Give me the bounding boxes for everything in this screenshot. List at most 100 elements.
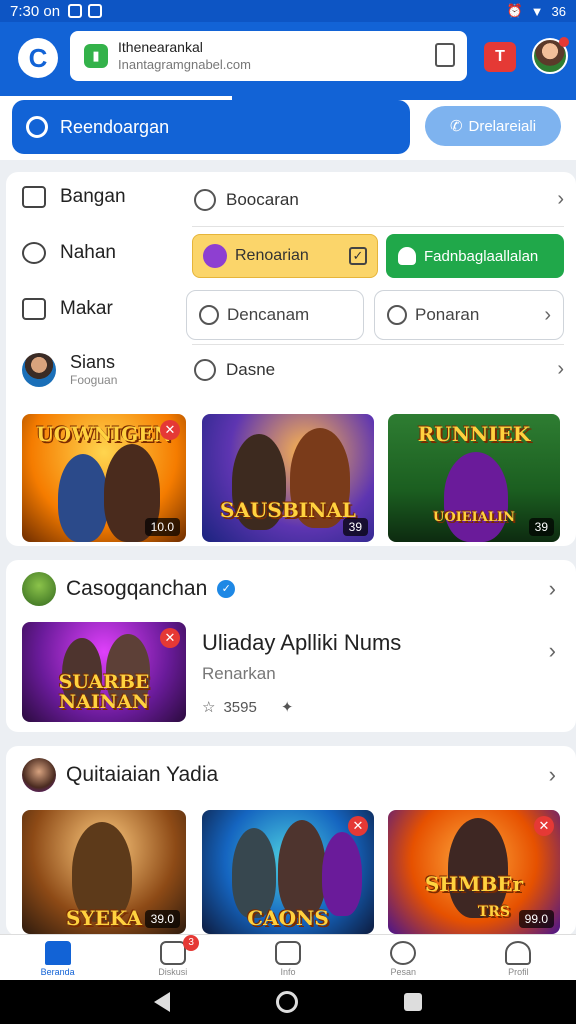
search-icon — [26, 116, 48, 138]
nav-label: Beranda — [40, 967, 75, 977]
thumb-badge: 99.0 — [518, 910, 554, 928]
search-icon — [199, 305, 219, 325]
close-icon[interactable]: ✕ — [160, 628, 180, 648]
nav-messages[interactable]: Pesan — [346, 935, 461, 980]
dencanam-button[interactable]: Dencanam — [186, 290, 364, 340]
thumb-badge: 39 — [342, 518, 368, 536]
app-subtitle: Renarkan — [202, 664, 276, 683]
rating-value: 3595 — [223, 698, 257, 716]
info-icon — [275, 941, 301, 965]
yellow-button-label: Renoarian — [235, 247, 309, 264]
row-boocaran[interactable]: Boocaran › — [194, 188, 564, 211]
app-rating: ☆ 3595 ✦ — [202, 698, 294, 717]
bookmark-icon[interactable] — [435, 43, 455, 67]
section-title: Casogqanchan — [66, 577, 208, 600]
character-figure — [278, 820, 326, 918]
game-thumbnail[interactable]: RUNNIEK UOIEIALIN 39 — [388, 414, 560, 542]
clock-icon — [194, 358, 216, 381]
renoarian-button[interactable]: Renoarian ✓ — [192, 234, 378, 278]
featured-section: Casogqanchan ✓ › SUARBE NAINAN ✕ Uliaday… — [6, 560, 576, 732]
close-icon[interactable]: ✕ — [348, 816, 368, 836]
address-url: Inantagramgnabel.com — [118, 57, 251, 72]
character-figure — [232, 828, 276, 918]
avatar-badge — [559, 37, 569, 47]
section-header[interactable]: Quitaiaian Yadia — [22, 758, 218, 792]
row-dasne[interactable]: Dasne › — [194, 358, 564, 381]
game-thumbnail[interactable]: UOWNIGEN ✕ 10.0 — [22, 414, 186, 542]
character-figure — [448, 818, 508, 918]
filter-button[interactable]: ✆ Drelareiali — [425, 106, 561, 146]
chevron-right-icon[interactable]: › — [549, 762, 556, 788]
checkbox-icon[interactable]: ✓ — [349, 247, 367, 265]
app-title[interactable]: Uliaday Aplliki Nums — [202, 630, 401, 656]
site-icon: ▮ — [84, 44, 108, 68]
filter-label: Drelareiali — [468, 117, 537, 135]
menu-item-nahan[interactable]: Nahan — [22, 242, 116, 264]
outline-label: Dencanam — [227, 305, 310, 324]
recent-apps-icon[interactable] — [404, 993, 422, 1011]
bottom-navigation: Beranda 3 Diskusi Info Pesan Profil — [0, 934, 576, 980]
thumb-title: RUNNIEK — [417, 422, 531, 446]
thumb-badge: 39.0 — [144, 910, 180, 928]
plus-icon[interactable]: ✦ — [281, 698, 294, 716]
game-thumbnail[interactable]: SYEKA 39.0 — [22, 810, 186, 934]
search-bar[interactable]: Reendoargan — [12, 100, 410, 154]
address-title: Ithenearankal — [118, 39, 203, 55]
chevron-right-icon: › — [557, 358, 564, 380]
close-icon[interactable]: ✕ — [534, 816, 554, 836]
user-icon — [505, 941, 532, 965]
section-header[interactable]: Casogqanchan ✓ — [22, 572, 236, 606]
notification-button[interactable]: T — [484, 42, 516, 72]
search-row: Reendoargan ✆ Drelareiali — [0, 96, 576, 160]
channel-avatar — [22, 758, 56, 792]
row-label: Dasne — [226, 359, 276, 379]
message-icon — [390, 941, 417, 965]
search-label: Reendoargan — [60, 116, 170, 137]
section-title: Quitaiaian Yadia — [66, 763, 219, 786]
address-bar[interactable]: ▮ Ithenearankal Inantagramgnabel.com — [70, 31, 467, 81]
home-circle-icon[interactable] — [276, 991, 298, 1013]
nav-home[interactable]: Beranda — [0, 935, 115, 980]
game-thumbnail[interactable]: SHMBEr TRS ✕ 99.0 — [388, 810, 560, 934]
chat-icon — [194, 188, 216, 211]
green-action-button[interactable]: Fadnbaglaallalan — [386, 234, 564, 278]
menu-card: Bangan Nahan Makar Sians Fooguan Boocara… — [6, 172, 576, 546]
battery-icon: 36 — [551, 3, 566, 19]
user-icon — [398, 247, 416, 265]
thumb-badge: 39 — [528, 518, 554, 536]
status-time: 7:30 on — [10, 2, 61, 20]
thumb-title: CAONS — [247, 906, 329, 930]
thumb-badge: 10.0 — [144, 518, 180, 536]
row-label: Boocaran — [226, 189, 299, 209]
chevron-right-icon: › — [557, 188, 564, 210]
chevron-right-icon[interactable]: › — [549, 576, 556, 602]
profile-entry[interactable]: Sians Fooguan — [22, 352, 117, 387]
profile-name: Sians — [70, 352, 116, 372]
menu-item-bangan[interactable]: Bangan — [22, 186, 126, 208]
thumb-title: SHMBEr — [424, 872, 524, 896]
game-thumbnail[interactable]: SAUSBINAL 39 — [202, 414, 374, 542]
app-thumbnail[interactable]: SUARBE NAINAN ✕ — [22, 622, 186, 722]
game-thumbnail[interactable]: CAONS ✕ — [202, 810, 374, 934]
nav-label: Pesan — [390, 967, 416, 977]
menu-label: Makar — [60, 298, 113, 319]
nav-profile[interactable]: Profil — [461, 935, 576, 980]
app-header: C ▮ Ithenearankal Inantagramgnabel.com T — [0, 22, 576, 96]
character-figure — [322, 832, 362, 916]
nav-info[interactable]: Info — [230, 935, 345, 980]
nav-label: Diskusi — [158, 967, 188, 977]
gear-icon — [22, 242, 46, 264]
nav-label: Profil — [508, 967, 529, 977]
nav-discuss[interactable]: 3 Diskusi — [115, 935, 230, 980]
close-icon[interactable]: ✕ — [160, 420, 180, 440]
thumb-title: SUARBE NAINAN — [58, 671, 150, 713]
user-avatar[interactable] — [532, 37, 569, 74]
back-icon[interactable] — [154, 992, 170, 1012]
app-logo-icon[interactable]: C — [18, 38, 58, 78]
menu-item-makar[interactable]: Makar — [22, 298, 113, 320]
ponaran-button[interactable]: Ponaran › — [374, 290, 564, 340]
system-navigation-bar — [0, 980, 576, 1024]
chevron-right-icon: › — [544, 303, 551, 326]
green-button-label: Fadnbaglaallalan — [424, 247, 539, 265]
chevron-right-icon[interactable]: › — [549, 638, 556, 664]
